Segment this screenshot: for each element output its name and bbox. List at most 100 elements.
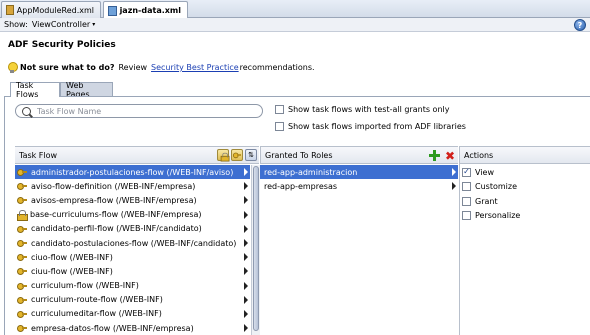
granted-header-label: Granted To Roles — [265, 150, 333, 160]
tab-label: jazn-data.xml — [119, 6, 181, 15]
xml-file-icon — [108, 5, 117, 16]
task-flow-row[interactable]: administrador-postulaciones-flow (/WEB-I… — [15, 165, 250, 180]
task-flow-row[interactable]: curriculum-flow (/WEB-INF) — [15, 279, 250, 293]
task-flow-row[interactable]: aviso-flow-definition (/WEB-INF/empresa) — [15, 179, 250, 193]
search-input[interactable] — [37, 106, 237, 116]
tip-question: Not sure what to do? — [20, 63, 115, 72]
role-name: red-app-administracion — [264, 167, 358, 177]
editor-tab-bar: AppModuleRed.xml jazn-data.xml — [0, 0, 590, 19]
tab-web-pages[interactable]: Web Pages — [60, 81, 113, 99]
task-flow-row[interactable]: ciuo-flow (/WEB-INF) — [15, 250, 250, 264]
task-flow-search[interactable] — [15, 104, 263, 118]
action-checkbox[interactable] — [462, 211, 471, 221]
expand-arrow-icon[interactable] — [244, 309, 248, 318]
action-label: View — [475, 167, 494, 177]
tab-task-flows[interactable]: Task Flows — [10, 81, 60, 99]
column-divider — [459, 146, 460, 335]
help-icon[interactable]: ? — [574, 19, 586, 31]
task-flow-row[interactable]: base-curriculums-flow (/WEB-INF/empresa) — [15, 208, 250, 222]
test-all-grants-option[interactable]: Show task flows with test-all grants onl… — [275, 105, 449, 114]
actions-column-header: Actions — [459, 146, 590, 164]
expand-arrow-icon[interactable] — [244, 324, 248, 333]
action-checkbox[interactable] — [462, 182, 471, 192]
adf-libraries-checkbox[interactable] — [275, 122, 284, 131]
delete-role-icon[interactable]: ✖ — [444, 150, 456, 162]
task-flow-row[interactable]: curriculum-route-flow (/WEB-INF) — [15, 293, 250, 307]
adf-libraries-option[interactable]: Show task flows imported from ADF librar… — [275, 122, 466, 131]
filter-secured-key-icon[interactable] — [231, 149, 243, 161]
task-flow-row[interactable]: empresa-datos-flow (/WEB-INF/empresa) — [15, 321, 250, 335]
expand-arrow-icon[interactable] — [244, 210, 248, 219]
expand-arrow-icon[interactable] — [452, 168, 456, 176]
show-dropdown[interactable]: ViewController ▾ — [32, 20, 95, 29]
show-label: Show: — [4, 20, 28, 29]
expand-arrow-icon[interactable] — [244, 281, 248, 290]
task-flow-name: ciuu-flow (/WEB-INF) — [31, 266, 113, 276]
task-flow-name: base-curriculums-flow (/WEB-INF/empresa) — [30, 210, 202, 220]
task-flow-column-header: Task Flow ⇅ — [15, 146, 259, 164]
expand-arrow-icon[interactable] — [244, 196, 248, 205]
task-flow-header-label: Task Flow — [19, 150, 58, 160]
key-icon — [17, 169, 27, 177]
task-flow-row[interactable]: avisos-empresa-flow (/WEB-INF/empresa) — [15, 193, 250, 207]
action-personalize[interactable]: Personalize — [462, 209, 590, 224]
task-flow-row[interactable]: ciuu-flow (/WEB-INF) — [15, 264, 250, 278]
search-icon — [22, 106, 31, 116]
role-name: red-app-empresas — [264, 181, 338, 191]
role-row[interactable]: red-app-empresas — [260, 179, 458, 193]
show-dropdown-value: ViewController — [31, 20, 91, 29]
expand-arrow-icon[interactable] — [452, 182, 456, 190]
key-icon — [17, 197, 27, 205]
security-best-practice-link[interactable]: Security Best Practice — [151, 63, 239, 72]
expand-arrow-icon[interactable] — [244, 224, 248, 233]
task-flow-name: curriculumeditar-flow (/WEB-INF) — [31, 309, 162, 319]
task-flow-scrollbar[interactable] — [251, 165, 260, 335]
action-checkbox[interactable]: ✓ — [462, 167, 471, 177]
granted-roles-list: red-app-administracion red-app-empresas — [260, 165, 458, 193]
task-flow-name: ciuo-flow (/WEB-INF) — [31, 252, 113, 262]
task-flow-name: candidato-postulaciones-flow (/WEB-INF/c… — [31, 238, 237, 248]
adf-libraries-label: Show task flows imported from ADF librar… — [288, 122, 466, 131]
scrollbar-thumb[interactable] — [253, 166, 259, 331]
key-icon — [17, 282, 27, 290]
expand-arrow-icon[interactable] — [244, 168, 248, 176]
actions-header-label: Actions — [464, 150, 494, 160]
key-icon — [17, 310, 27, 318]
task-flow-name: candidato-perfil-flow (/WEB-INF/candidat… — [31, 224, 202, 234]
task-flow-name: administrador-postulaciones-flow (/WEB-I… — [31, 167, 234, 177]
action-customize[interactable]: Customize — [462, 180, 590, 195]
task-flow-name: curriculum-flow (/WEB-INF) — [31, 281, 139, 291]
action-checkbox[interactable] — [462, 196, 471, 206]
action-view[interactable]: ✓ View — [462, 165, 590, 180]
tab-label: AppModuleRed.xml — [16, 5, 94, 15]
tip-review: Review — [118, 63, 148, 72]
expand-arrow-icon[interactable] — [244, 238, 248, 247]
task-flow-row[interactable]: candidato-perfil-flow (/WEB-INF/candidat… — [15, 222, 250, 236]
file-icon — [6, 5, 14, 15]
task-flow-name: curriculum-route-flow (/WEB-INF) — [31, 295, 163, 305]
action-label: Grant — [475, 196, 498, 206]
task-flow-name: empresa-datos-flow (/WEB-INF/empresa) — [31, 323, 194, 333]
tab-jazn-data[interactable]: jazn-data.xml — [103, 1, 188, 19]
chevron-down-icon: ▾ — [92, 21, 96, 28]
expand-arrow-icon[interactable] — [244, 253, 248, 262]
key-icon — [17, 268, 27, 276]
actions-list: ✓ View Customize Grant Personalize — [462, 165, 590, 223]
filter-unsecured-lock-icon[interactable] — [217, 149, 230, 162]
expand-arrow-icon[interactable] — [244, 267, 248, 276]
role-row[interactable]: red-app-administracion — [260, 165, 458, 179]
tab-appmodulered[interactable]: AppModuleRed.xml — [1, 1, 101, 18]
expand-arrow-icon[interactable] — [244, 295, 248, 304]
expand-arrow-icon[interactable] — [244, 182, 248, 191]
task-flow-row[interactable]: candidato-postulaciones-flow (/WEB-INF/c… — [15, 236, 250, 250]
task-flow-row[interactable]: curriculumeditar-flow (/WEB-INF) — [15, 307, 250, 321]
action-label: Personalize — [475, 211, 521, 221]
show-bar: Show: ViewController ▾ ? — [0, 18, 590, 32]
sort-icon[interactable]: ⇅ — [245, 149, 257, 161]
action-grant[interactable]: Grant — [462, 194, 590, 209]
action-label: Customize — [475, 182, 517, 192]
key-icon — [17, 183, 27, 191]
key-icon — [17, 240, 27, 248]
test-all-grants-checkbox[interactable] — [275, 105, 284, 114]
add-role-icon[interactable] — [429, 150, 440, 161]
